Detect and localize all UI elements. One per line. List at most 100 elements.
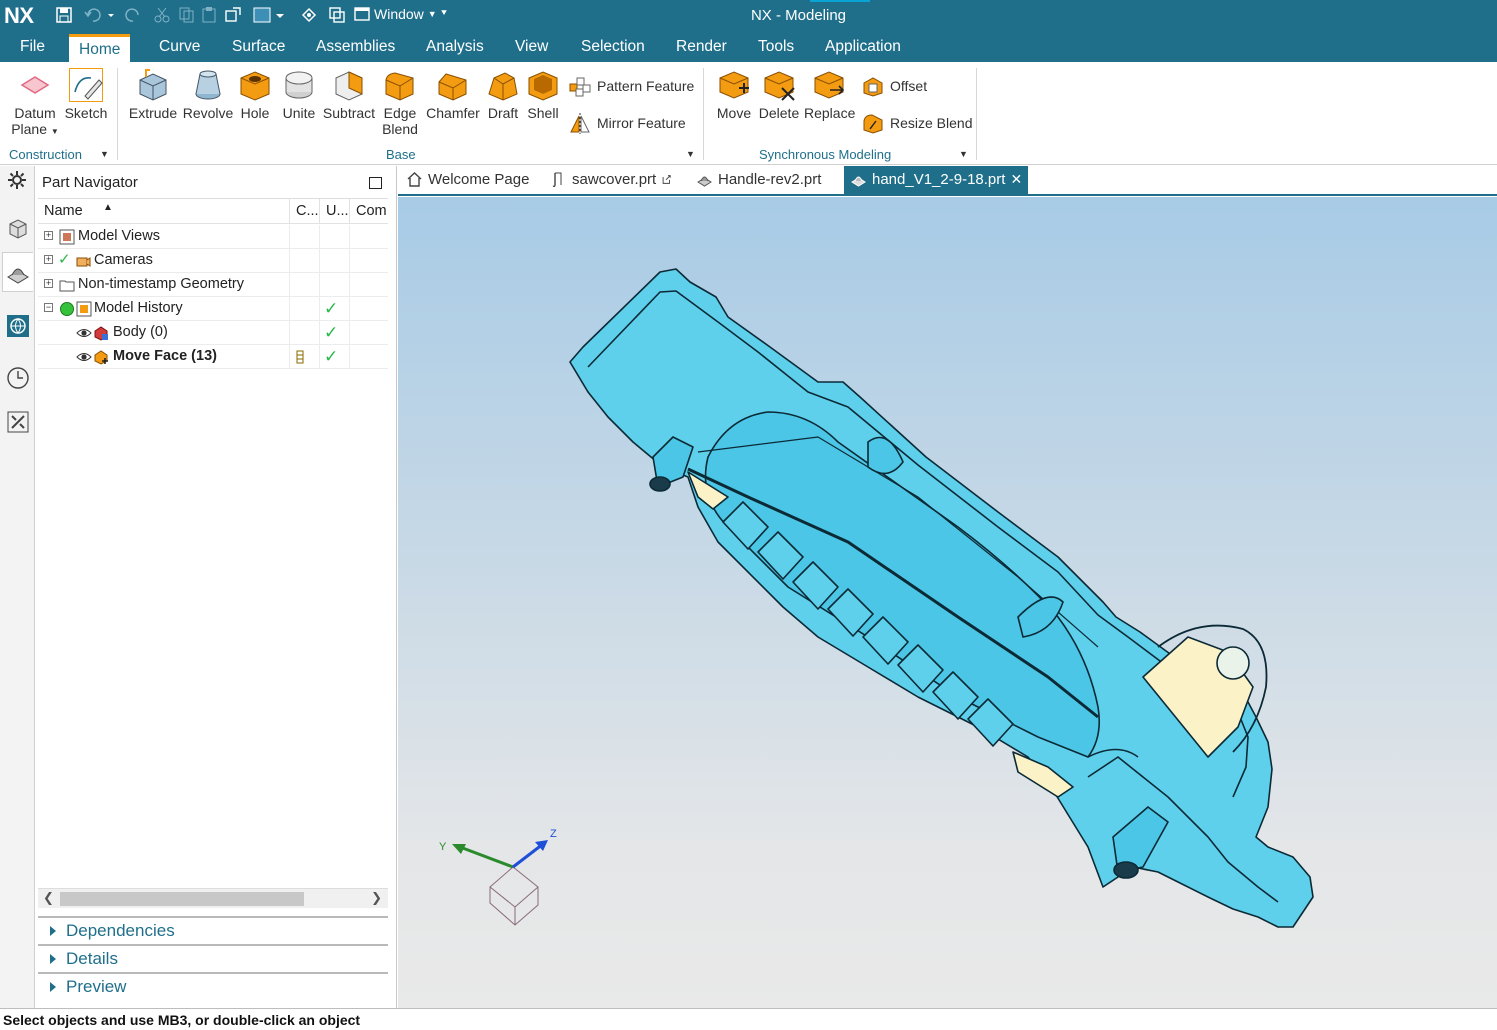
ribbon: Datum Plane ▼ Sketch Construction ▼ Extr… bbox=[0, 62, 1497, 165]
delete-face-button[interactable]: Delete bbox=[757, 68, 801, 121]
status-green-icon bbox=[60, 302, 74, 316]
tree-label: Non-timestamp Geometry bbox=[78, 276, 244, 292]
hand-part-model[interactable] bbox=[569, 268, 1314, 928]
draft-button[interactable]: Draft bbox=[484, 68, 522, 121]
edge-blend-icon bbox=[385, 72, 414, 101]
up-to-date-check-icon: ✓ bbox=[324, 347, 339, 366]
drawing-part-icon bbox=[552, 172, 562, 188]
expand-icon[interactable]: + bbox=[44, 255, 53, 264]
tab-label: Welcome Page bbox=[428, 171, 530, 188]
mirror-feature-button[interactable]: Mirror Feature bbox=[569, 112, 686, 134]
edge-blend-button[interactable]: Edge Blend bbox=[380, 68, 420, 137]
replace-face-button[interactable]: Replace bbox=[804, 68, 855, 121]
expand-icon[interactable]: + bbox=[44, 231, 53, 240]
part-navigator-tab[interactable] bbox=[2, 252, 33, 292]
shell-label: Shell bbox=[527, 105, 559, 121]
y-axis-label: Y bbox=[439, 841, 447, 853]
part-icon bbox=[851, 176, 866, 187]
synchronous-more-icon[interactable]: ▼ bbox=[959, 149, 968, 159]
column-header-uptodate[interactable]: U... bbox=[320, 199, 350, 224]
tab-welcome-page[interactable]: Welcome Page bbox=[406, 166, 529, 194]
tree-row-cameras[interactable]: + ✓ Cameras bbox=[38, 249, 388, 273]
construction-more-icon[interactable]: ▼ bbox=[100, 149, 109, 159]
menu-surface[interactable]: Surface bbox=[232, 38, 285, 56]
tree-row-non-timestamp-geometry[interactable]: + Non-timestamp Geometry bbox=[38, 273, 388, 297]
unite-label: Unite bbox=[282, 105, 316, 121]
tab-hand-v1[interactable]: hand_V1_2-9-18.prt ✕ bbox=[844, 166, 1029, 194]
scroll-right-icon[interactable]: ❯ bbox=[371, 890, 382, 906]
resize-blend-label: Resize Blend bbox=[890, 115, 973, 131]
tree-row-model-views[interactable]: + Model Views bbox=[38, 225, 388, 249]
model-display[interactable]: Y Z bbox=[398, 197, 1497, 1008]
menu-render[interactable]: Render bbox=[676, 38, 727, 56]
menu-analysis[interactable]: Analysis bbox=[426, 38, 484, 56]
revolve-button[interactable]: Revolve bbox=[181, 68, 235, 121]
status-bar: Select objects and use MB3, or double-cl… bbox=[0, 1008, 1497, 1030]
shell-button[interactable]: Shell bbox=[524, 68, 562, 121]
resize-blend-button[interactable]: Resize Blend bbox=[862, 112, 973, 134]
dependencies-panel-header[interactable]: Dependencies bbox=[38, 916, 388, 943]
menu-view[interactable]: View bbox=[515, 38, 548, 56]
column-header-name[interactable]: Name ▲ bbox=[38, 199, 290, 224]
menu-tools[interactable]: Tools bbox=[758, 38, 794, 56]
synchronous-group-label: Synchronous Modeling bbox=[759, 147, 892, 162]
chamfer-button[interactable]: Chamfer bbox=[426, 68, 480, 121]
navigator-tree: Name ▲ C... U... Com + Model Views + ✓ Ca… bbox=[38, 198, 388, 888]
maximize-icon[interactable] bbox=[369, 177, 382, 189]
visible-eye-icon[interactable] bbox=[76, 325, 92, 341]
settings-gear-icon[interactable] bbox=[7, 170, 27, 190]
assembly-navigator-icon[interactable] bbox=[6, 216, 30, 240]
base-more-icon[interactable]: ▼ bbox=[686, 149, 695, 159]
pattern-feature-button[interactable]: Pattern Feature bbox=[569, 75, 694, 97]
offset-region-button[interactable]: Offset bbox=[862, 75, 927, 97]
tree-label: Move Face (13) bbox=[113, 348, 217, 364]
visible-eye-icon[interactable] bbox=[76, 349, 92, 365]
menu-home[interactable]: Home bbox=[69, 34, 131, 62]
body-feature-icon bbox=[94, 326, 108, 341]
column-header-comment[interactable]: Com bbox=[350, 199, 388, 224]
column-header-current[interactable]: C... bbox=[290, 199, 320, 224]
move-face-button[interactable]: Move bbox=[712, 68, 756, 121]
expand-icon[interactable]: + bbox=[44, 279, 53, 288]
hole-button[interactable]: Hole bbox=[236, 68, 274, 121]
window-title: NX - Modeling bbox=[750, 7, 847, 24]
menu-application[interactable]: Application bbox=[825, 38, 901, 56]
close-icon[interactable]: ✕ bbox=[1010, 171, 1022, 188]
menu-selection[interactable]: Selection bbox=[581, 38, 645, 56]
sketch-button[interactable]: Sketch bbox=[62, 68, 110, 121]
resource-bar bbox=[0, 166, 35, 1008]
graphics-window[interactable]: Y Z bbox=[398, 197, 1497, 1008]
preview-panel-header[interactable]: Preview bbox=[38, 972, 388, 999]
tab-label: hand_V1_2-9-18.prt bbox=[872, 171, 1006, 188]
tab-handle-rev2[interactable]: Handle-rev2.prt bbox=[696, 166, 821, 194]
revolve-label: Revolve bbox=[182, 105, 234, 121]
scrollbar-thumb[interactable] bbox=[60, 892, 304, 906]
history-clock-icon[interactable] bbox=[6, 366, 30, 390]
tree-row-model-history[interactable]: − Model History ✓ bbox=[38, 297, 388, 321]
tree-label: Model History bbox=[94, 300, 183, 316]
tab-sawcover[interactable]: sawcover.prt bbox=[550, 166, 673, 194]
datum-plane-label-1: Datum bbox=[14, 105, 56, 121]
extrude-button[interactable]: Extrude bbox=[127, 68, 179, 121]
subtract-button[interactable]: Subtract bbox=[322, 68, 376, 121]
expand-triangle-icon bbox=[50, 926, 56, 936]
menu-file[interactable]: File bbox=[20, 38, 45, 56]
coordinate-triad: Y Z bbox=[439, 828, 557, 926]
menu-assemblies[interactable]: Assemblies bbox=[316, 38, 395, 56]
collapse-icon[interactable]: − bbox=[44, 303, 53, 312]
modified-indicator-icon bbox=[662, 175, 671, 184]
scroll-left-icon[interactable]: ❮ bbox=[43, 890, 54, 906]
menu-curve[interactable]: Curve bbox=[159, 38, 200, 56]
current-feature-marker-icon bbox=[296, 350, 304, 364]
horizontal-scrollbar[interactable]: ❮ ❯ bbox=[38, 888, 388, 908]
datum-plane-button[interactable]: Datum Plane ▼ bbox=[8, 68, 62, 137]
model-views-icon bbox=[59, 229, 75, 245]
tree-label: Cameras bbox=[94, 252, 153, 268]
tree-row-move-face[interactable]: Move Face (13) ✓ bbox=[38, 345, 388, 369]
reuse-library-icon[interactable] bbox=[6, 410, 30, 434]
details-panel-header[interactable]: Details bbox=[38, 944, 388, 971]
camera-icon bbox=[76, 257, 91, 267]
tree-row-body[interactable]: Body (0) ✓ bbox=[38, 321, 388, 345]
unite-button[interactable]: Unite bbox=[279, 68, 319, 121]
web-browser-icon[interactable] bbox=[6, 314, 30, 338]
